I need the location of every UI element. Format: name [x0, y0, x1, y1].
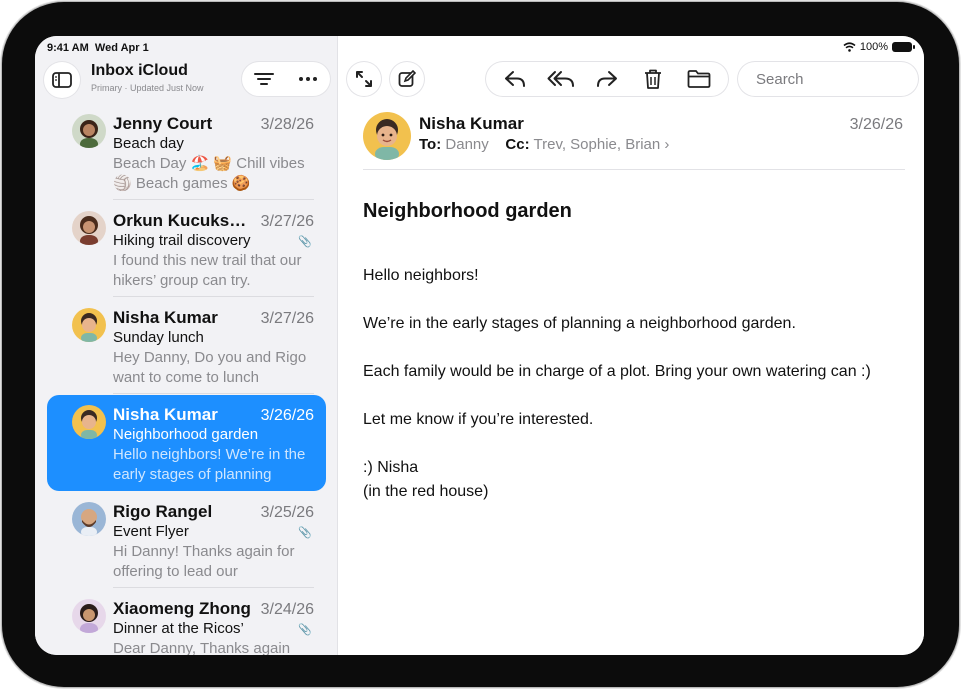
recipients[interactable]: To: Danny Cc: Trev, Sophie, Brian ›	[419, 136, 669, 153]
message-subject: Neighborhood garden	[363, 200, 572, 222]
trash-icon	[645, 69, 661, 89]
divider	[113, 199, 314, 200]
reply-icon	[505, 71, 525, 87]
sender-name: Xiaomeng Zhong	[113, 599, 251, 618]
message-body: Hello neighbors! We’re in the early stag…	[363, 264, 903, 504]
status-time: 9:41 AM Wed Apr 1	[47, 42, 149, 54]
forward-icon	[597, 71, 617, 87]
message-preview: Hey Danny, Do you and Rigo want to come …	[113, 349, 307, 386]
list-item[interactable]: Orkun Kucuksevim 3/27/26 📎 Hiking trail …	[47, 201, 326, 297]
signature-line: :) Nisha	[363, 459, 419, 476]
more-button[interactable]	[293, 64, 323, 94]
search-bar	[738, 62, 924, 96]
mailbox-subtitle: Primary · Updated Just Now	[91, 83, 204, 93]
message-header: Nisha Kumar 3/26/26 To: Danny Cc: Trev, …	[363, 112, 905, 170]
cc-recipients: Trev, Sophie, Brian	[533, 136, 661, 153]
attachment-icon: 📎	[298, 236, 312, 248]
attachment-icon: 📎	[298, 624, 312, 636]
wifi-icon	[843, 42, 856, 52]
divider	[113, 296, 314, 297]
avatar	[72, 502, 106, 536]
list-item[interactable]: Nisha Kumar 3/27/26 Sunday lunch Hey Dan…	[47, 298, 326, 394]
sender-name: Nisha Kumar	[113, 308, 218, 327]
expand-icon	[356, 71, 372, 87]
attachment-icon: 📎	[298, 527, 312, 539]
sender-name[interactable]: Nisha Kumar	[419, 114, 524, 134]
mailbox-title[interactable]: Inbox iCloud	[91, 62, 188, 80]
ellipsis-icon	[299, 77, 317, 81]
sender-name: Jenny Court	[113, 114, 213, 133]
message-pane: 100% Search Nisha Kumar 3/26/26 To: Dann…	[339, 36, 924, 655]
filter-icon	[254, 73, 274, 85]
battery-percent: 100%	[859, 41, 888, 53]
message-date: 3/24/26	[260, 601, 314, 618]
message-preview: Hello neighbors! We’re in the early stag…	[113, 446, 306, 483]
message-actions	[486, 62, 728, 96]
compose-button[interactable]	[390, 62, 424, 96]
to-recipients: Danny	[445, 136, 489, 153]
search-input[interactable]	[756, 70, 924, 88]
body-paragraph: Each family would be in charge of a plot…	[363, 363, 871, 380]
message-subject: Event Flyer	[113, 523, 189, 540]
body-paragraph: Hello neighbors!	[363, 267, 479, 284]
message-preview: Dear Danny, Thanks again	[113, 640, 291, 655]
compose-icon	[398, 70, 416, 87]
reply-all-button[interactable]	[544, 64, 578, 94]
avatar	[72, 599, 106, 633]
sender-name: Nisha Kumar	[113, 405, 218, 424]
sidebar-header: Inbox iCloud Primary · Updated Just Now	[35, 58, 338, 98]
sidebar-toggle-button[interactable]	[44, 62, 80, 98]
avatar	[72, 405, 106, 439]
list-item-selected[interactable]: Nisha Kumar 3/26/26 Neighborhood garden …	[47, 395, 326, 491]
sender-name: Rigo Rangel	[113, 502, 213, 521]
chevron-right-icon: ›	[664, 136, 670, 153]
sidebar-actions	[242, 62, 330, 96]
battery-icon	[892, 42, 915, 52]
folder-icon	[687, 70, 711, 88]
message-preview: Hi Danny! Thanks again for offering to l…	[113, 543, 295, 580]
status-indicators: 100%	[843, 41, 915, 53]
body-paragraph: We’re in the early stages of planning a …	[363, 315, 796, 332]
screen: 9:41 AM Wed Apr 1 Inbox iCloud Primary ·…	[35, 36, 924, 655]
message-subject: Hiking trail discovery	[113, 232, 251, 249]
to-label: To:	[419, 136, 442, 153]
message-subject: Beach day	[113, 135, 184, 152]
sidebar-icon	[52, 72, 72, 88]
message-date: 3/25/26	[260, 504, 314, 521]
message-date: 3/27/26	[260, 310, 314, 327]
filter-button[interactable]	[249, 64, 279, 94]
list-item[interactable]: Rigo Rangel 3/25/26 📎 Event Flyer Hi Dan…	[47, 492, 326, 588]
divider	[113, 587, 314, 588]
expand-button[interactable]	[347, 62, 381, 96]
ipad-frame: 9:41 AM Wed Apr 1 Inbox iCloud Primary ·…	[2, 2, 959, 687]
divider	[113, 393, 314, 394]
message-preview: Beach Day 🏖️ 🧺 Chill vibes 🏐 Beach games…	[113, 155, 305, 192]
avatar	[72, 211, 106, 245]
message-date: 3/26/26	[260, 407, 314, 424]
avatar	[72, 308, 106, 342]
sender-avatar[interactable]	[363, 112, 411, 160]
reply-all-icon	[547, 71, 574, 87]
signature-line: (in the red house)	[363, 483, 489, 500]
move-to-folder-button[interactable]	[682, 64, 716, 94]
cc-label: Cc:	[505, 136, 530, 153]
body-paragraph: Let me know if you’re interested.	[363, 411, 594, 428]
message-subject: Sunday lunch	[113, 329, 204, 346]
forward-button[interactable]	[590, 64, 624, 94]
message-subject: Neighborhood garden	[113, 426, 259, 443]
message-date: 3/28/26	[260, 116, 314, 133]
reply-button[interactable]	[498, 64, 532, 94]
sender-name: Orkun Kucuksevim	[113, 211, 253, 230]
list-item[interactable]: Jenny Court 3/28/26 Beach day Beach Day …	[47, 104, 326, 200]
message-list: Jenny Court 3/28/26 Beach day Beach Day …	[35, 104, 338, 655]
message-date: 3/27/26	[260, 213, 314, 230]
avatar	[72, 114, 106, 148]
message-preview: I found this new trail that our hikers’ …	[113, 252, 302, 289]
message-date: 3/26/26	[849, 116, 903, 133]
trash-button[interactable]	[636, 64, 670, 94]
message-subject: Dinner at the Ricos’	[113, 620, 244, 637]
mailbox-sidebar: 9:41 AM Wed Apr 1 Inbox iCloud Primary ·…	[35, 36, 338, 655]
message-toolbar	[339, 58, 924, 98]
list-item[interactable]: Xiaomeng Zhong 3/24/26 📎 Dinner at the R…	[47, 589, 326, 655]
